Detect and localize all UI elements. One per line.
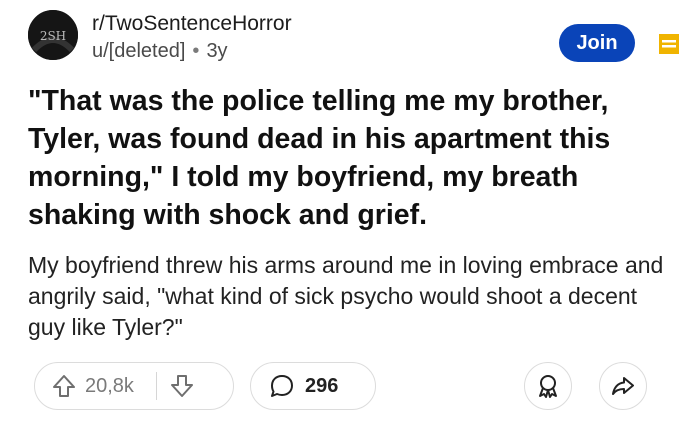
vote-divider: [155, 372, 157, 400]
post-meta: u/[deleted] • 3y: [92, 40, 228, 63]
join-button[interactable]: Join: [559, 24, 635, 62]
award-icon: [539, 375, 557, 398]
subreddit-avatar[interactable]: 2SH: [28, 10, 78, 60]
award-button[interactable]: [524, 362, 572, 410]
author-name[interactable]: u/[deleted]: [92, 40, 185, 62]
comment-count: 296: [305, 374, 339, 397]
post-title[interactable]: "That was the police telling me my broth…: [28, 82, 668, 234]
upvote-count: 20,8k: [85, 374, 134, 397]
post-actions: 20,8k 296: [34, 362, 674, 412]
meta-separator: •: [192, 40, 200, 62]
post-body: My boyfriend threw his arms around me in…: [28, 252, 664, 340]
subreddit-avatar-image: 2SH: [28, 10, 78, 60]
downvote-icon[interactable]: [169, 373, 195, 399]
share-button[interactable]: [599, 362, 647, 410]
post-age: 3y: [206, 40, 228, 62]
share-icon: [612, 377, 634, 395]
archive-icon[interactable]: [658, 32, 680, 56]
comment-icon: [271, 375, 293, 397]
svg-text:2SH: 2SH: [40, 29, 66, 43]
upvote-icon[interactable]: [51, 373, 77, 399]
subreddit-name[interactable]: r/TwoSentenceHorror: [92, 12, 292, 36]
vote-pill: 20,8k: [34, 362, 234, 410]
comments-button[interactable]: 296: [250, 362, 376, 410]
post-header: 2SH r/TwoSentenceHorror u/[deleted] • 3y J…: [28, 8, 680, 68]
